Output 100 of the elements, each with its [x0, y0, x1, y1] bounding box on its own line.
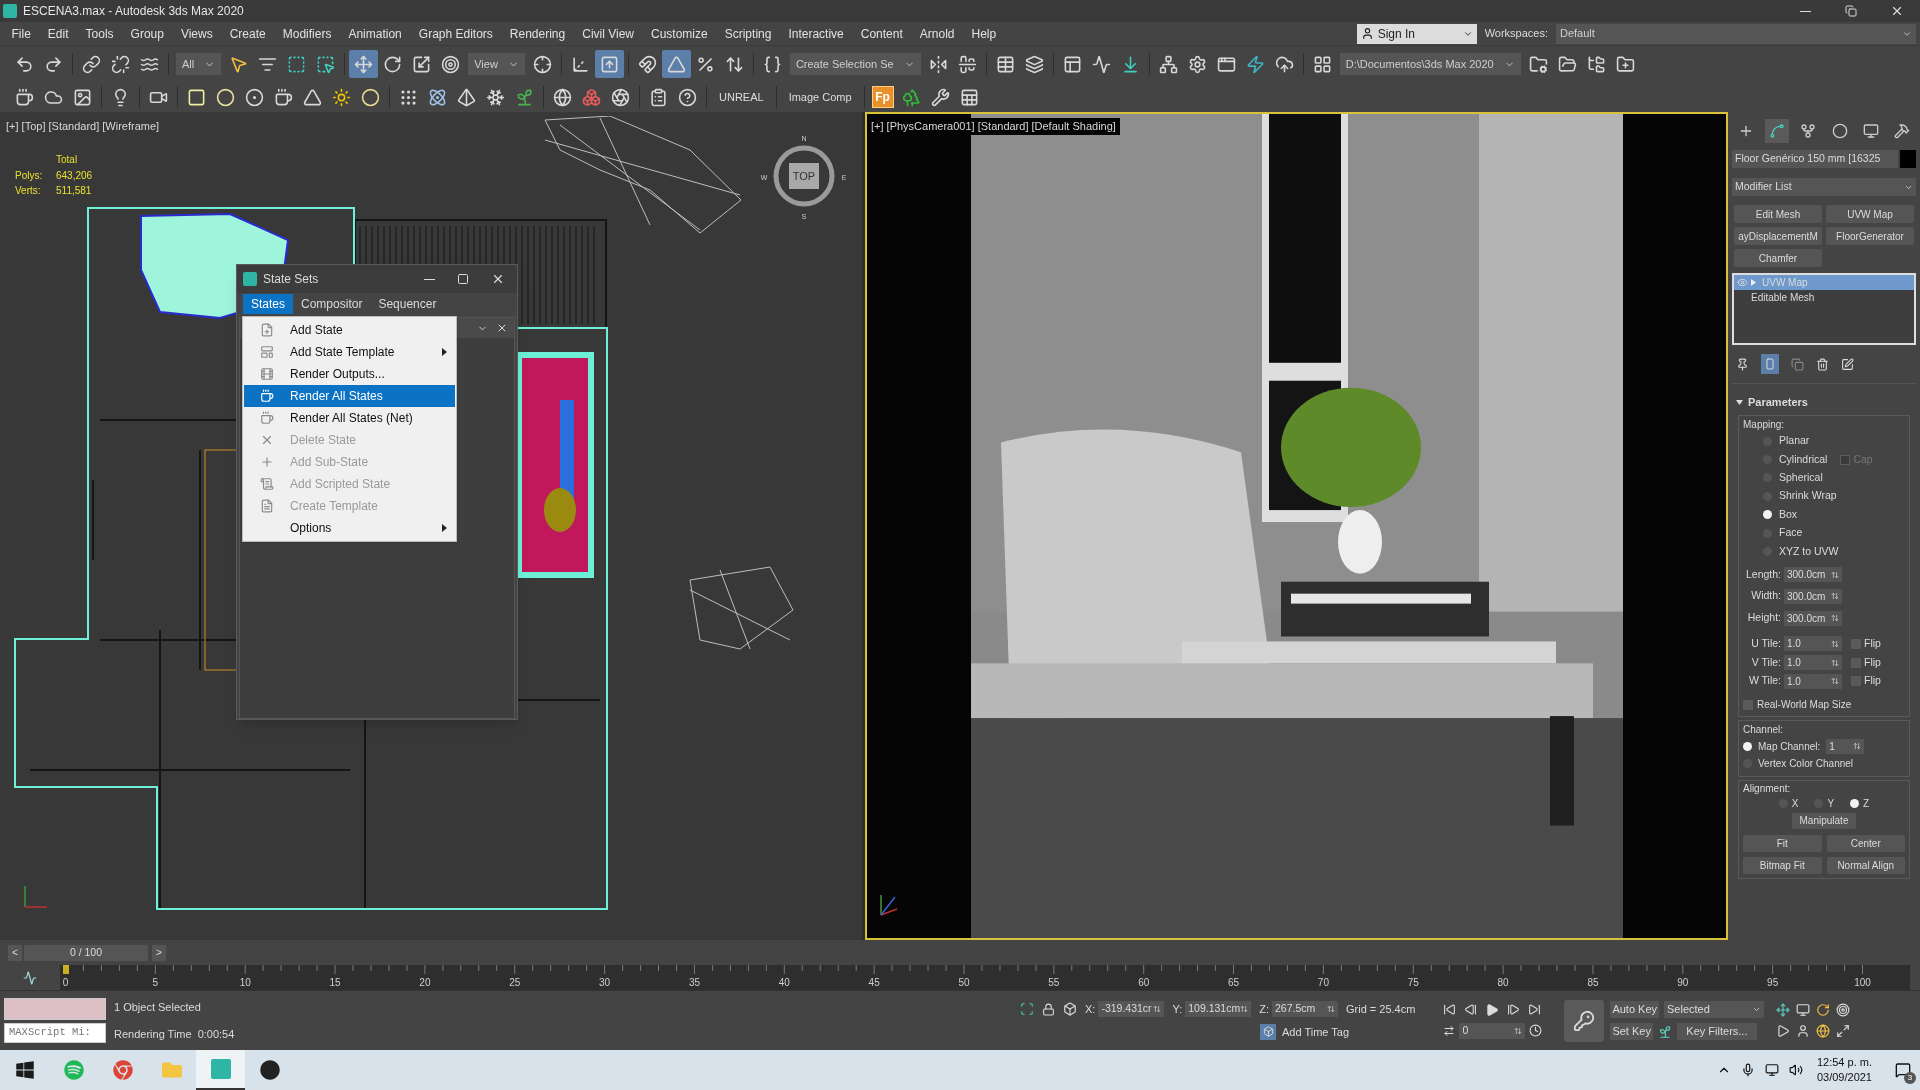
coordinate-field[interactable]: -319.431cr	[1098, 1001, 1165, 1018]
viewport-label[interactable]: [+] [Top] [Standard] [Wireframe]	[6, 118, 160, 135]
viewport-label[interactable]: [+] [PhysCamera001] [Standard] [Default Shading]	[871, 118, 1120, 135]
parameter-button[interactable]: Normal Align	[1826, 856, 1905, 874]
modifier-button[interactable]: UVW Map	[1826, 205, 1914, 223]
time-slider-track[interactable]: 0 / 100 >	[24, 944, 1904, 961]
stats-value: 511,581	[56, 184, 92, 198]
field-label: Width:	[1750, 588, 1781, 604]
field-label: Height:	[1746, 610, 1781, 626]
menu-item[interactable]: Customize	[642, 24, 717, 43]
render-time-label: Rendering Time	[114, 1026, 192, 1042]
timeline-ruler[interactable]: 0 5 10 15 20 25 30 35 40 45 50 55 60 65 70 75 80 85 90 95 100	[60, 965, 1910, 990]
menu-item[interactable]: Arnold	[911, 24, 963, 43]
spinner-field[interactable]: 1.0	[1784, 673, 1842, 689]
menu-item[interactable]: Create	[221, 24, 275, 43]
dialog-tab[interactable]: Sequencer	[370, 294, 445, 314]
radio-label: Map Channel:	[1758, 739, 1821, 754]
sign-in-dropdown[interactable]: Sign In	[1356, 23, 1477, 44]
spinner-field[interactable]: 1.0	[1784, 655, 1842, 671]
parameter-button[interactable]: Bitmap Fit	[1743, 856, 1822, 874]
key-filters-button[interactable]: Key Filters...	[1676, 1023, 1757, 1040]
frame-field[interactable]: 0	[1459, 1022, 1526, 1039]
checkbox-label: Flip	[1864, 654, 1881, 670]
menu-item[interactable]: Render All States (Net)	[244, 407, 455, 429]
next-frame-button[interactable]: >	[152, 944, 166, 961]
menu-item[interactable]: Help	[962, 24, 1005, 43]
clock-date: 03/09/2021	[1816, 1070, 1872, 1085]
object-name-field[interactable]: Floor Genérico 150 mm [16325	[1732, 150, 1898, 168]
toolbar-dropdown[interactable]: All	[176, 53, 222, 75]
frame-label: 95	[1767, 976, 1779, 990]
frame-label: 20	[419, 976, 431, 990]
menu-item[interactable]: Content	[852, 24, 912, 43]
modifier-button[interactable]: Edit Mesh	[1734, 205, 1822, 223]
spinner-field[interactable]: 1.0	[1784, 636, 1842, 652]
radio-label: Shrink Wrap	[1779, 488, 1837, 504]
notification-count: 3	[1904, 1072, 1916, 1084]
menu-item[interactable]: Animation	[339, 24, 411, 43]
set-key-mode-button[interactable]: Set Key	[1610, 1023, 1653, 1040]
spinner-field[interactable]: 300.0cm	[1784, 588, 1842, 604]
menu-item[interactable]: Interactive	[779, 24, 853, 43]
frame-label: 15	[329, 976, 341, 990]
auto-key-button[interactable]: Auto Key	[1610, 1001, 1659, 1018]
modifier-list-dropdown[interactable]: Modifier List	[1732, 178, 1916, 196]
field-label: W Tile:	[1747, 673, 1781, 689]
menu-item[interactable]: Rendering	[501, 24, 574, 43]
maxscript-field[interactable]: MAXScript Mi:	[4, 1023, 106, 1043]
radio-label: Box	[1779, 506, 1798, 522]
radio-label: X	[1791, 797, 1799, 812]
frame-label: 45	[868, 976, 880, 990]
toolbar-dropdown[interactable]: Create Selection Se	[789, 53, 921, 75]
modifier-button[interactable]: FloorGenerator	[1826, 227, 1914, 245]
menu-item[interactable]: Options	[244, 517, 455, 539]
menu-item[interactable]: File	[3, 24, 40, 43]
modifier-button[interactable]: Chamfer	[1734, 249, 1822, 267]
frame-label: 30	[599, 976, 611, 990]
radio-label: Spherical	[1779, 470, 1823, 486]
toolbar-button[interactable]: UNREAL	[711, 85, 772, 109]
key-mode-dropdown[interactable]: Selected	[1664, 1001, 1764, 1018]
menu-item[interactable]: Civil View	[573, 24, 643, 43]
window-title: ESCENA3.max - Autodesk 3ds Max 2020	[23, 3, 244, 20]
dialog-tab[interactable]: States	[243, 294, 294, 314]
stack-item[interactable]: Editable Mesh	[1734, 290, 1914, 305]
radio-label: XYZ to UVW	[1779, 543, 1839, 559]
toolbar-dropdown[interactable]: View	[468, 53, 525, 75]
menu-item[interactable]: Add State Template	[244, 341, 455, 363]
menu-item[interactable]: Scripting	[716, 24, 780, 43]
parameter-button[interactable]: Fit	[1743, 834, 1822, 852]
spinner-field[interactable]: 1	[1826, 738, 1865, 754]
frame-label: 80	[1497, 976, 1509, 990]
frame-label: 50	[958, 976, 970, 990]
manipulate-button[interactable]: Manipulate	[1792, 812, 1856, 829]
menu-item[interactable]: Render Outputs...	[244, 363, 455, 385]
coordinate-field[interactable]: 267.5cm	[1272, 1001, 1338, 1018]
dialog-tab[interactable]: Compositor	[293, 294, 371, 314]
rollout-title[interactable]: Parameters	[1748, 394, 1808, 411]
menu-item[interactable]: Views	[172, 24, 222, 43]
field-label: V Tile:	[1750, 654, 1781, 670]
menu-item[interactable]: Group	[122, 24, 173, 43]
spinner-field[interactable]: 300.0cm	[1784, 610, 1842, 626]
menu-item[interactable]: Modifiers	[274, 24, 340, 43]
menu-item[interactable]: Tools	[77, 24, 123, 43]
toolbar-dropdown[interactable]: D:\Documentos\3ds Max 2020	[1339, 53, 1521, 75]
menu-item[interactable]: Graph Editors	[410, 24, 502, 43]
menu-item[interactable]: Add State	[244, 319, 455, 341]
clock[interactable]: 12:54 p. m. 03/09/2021	[1812, 1055, 1876, 1085]
parameter-button[interactable]: Center	[1826, 834, 1905, 852]
stats-title: Total	[56, 153, 78, 167]
workspaces-dropdown[interactable]: Default	[1556, 23, 1916, 44]
menu-item[interactable]: Render All States	[244, 385, 455, 407]
menu-item[interactable]: Edit	[39, 24, 78, 43]
time-slider-thumb[interactable]: 0 / 100	[24, 944, 148, 961]
frame-label: 60	[1138, 976, 1150, 990]
radio-label: Cylindrical	[1779, 451, 1828, 467]
group-label: Channel:	[1743, 724, 1784, 736]
modifier-button[interactable]: ayDisplacementM	[1734, 227, 1822, 245]
camera-viewport[interactable]: [+] [PhysCamera001] [Standard] [Default Shading]	[865, 112, 1728, 940]
previous-frame-button[interactable]: <	[8, 944, 22, 961]
coordinate-field[interactable]: 109.131cm	[1185, 1001, 1252, 1018]
spinner-field[interactable]: 300.0cm	[1784, 567, 1842, 583]
toolbar-button[interactable]: Image Comp	[780, 85, 860, 109]
